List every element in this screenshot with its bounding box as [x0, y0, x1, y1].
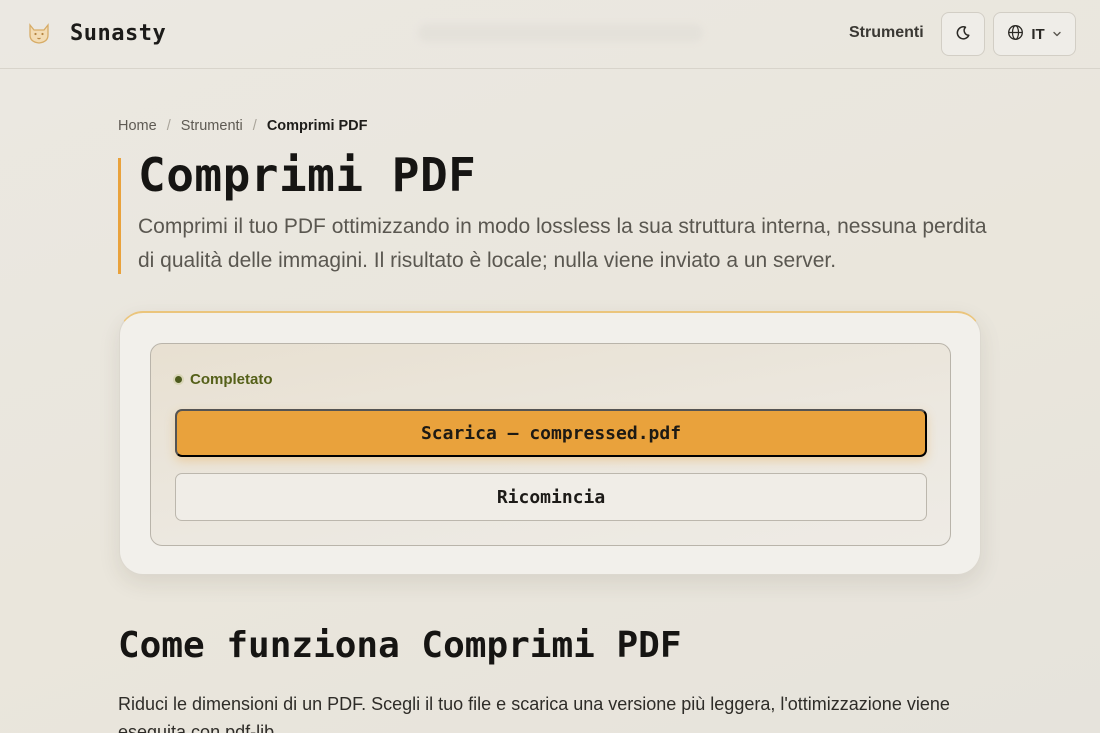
top-header: Sunasty Strumenti IT [0, 0, 1100, 69]
breadcrumb-home[interactable]: Home [118, 118, 157, 134]
status-indicator: Completato [173, 371, 273, 388]
breadcrumb-separator: / [166, 118, 171, 134]
breadcrumb: Home / Strumenti / Comprimi PDF [118, 118, 368, 134]
page-description: Comprimi il tuo PDF ottimizzando in modo… [138, 215, 987, 272]
brand-name: Sunasty [70, 20, 167, 46]
tool-card: Completato Scarica — compressed.pdf Rico… [119, 311, 981, 575]
theme-toggle-button[interactable] [941, 12, 985, 56]
language-label: IT [1031, 25, 1045, 43]
download-button[interactable]: Scarica — compressed.pdf [175, 409, 927, 457]
how-it-works-text: Riduci le dimensioni di un PDF. Scegli i… [118, 694, 950, 733]
language-select-button[interactable]: IT [993, 12, 1076, 56]
globe-icon [1007, 24, 1024, 44]
nav-link-tools[interactable]: Strumenti [849, 24, 924, 42]
chevron-down-icon [1052, 27, 1062, 42]
blurred-header-area [418, 24, 703, 42]
brand-link[interactable]: Sunasty [24, 18, 166, 48]
breadcrumb-separator: / [252, 118, 257, 134]
status-dot-icon [173, 374, 184, 385]
result-panel: Completato Scarica — compressed.pdf Rico… [150, 343, 951, 546]
restart-button[interactable]: Ricomincia [175, 473, 927, 521]
moon-icon [955, 25, 971, 44]
fox-logo-icon [24, 18, 54, 48]
status-label: Completato [190, 371, 273, 388]
breadcrumb-tools[interactable]: Strumenti [181, 118, 243, 134]
how-it-works-title: Come funziona Comprimi PDF [118, 625, 682, 666]
page-title: Comprimi PDF [138, 148, 477, 202]
breadcrumb-current: Comprimi PDF [266, 118, 368, 134]
hero-accent-bar [118, 158, 121, 274]
